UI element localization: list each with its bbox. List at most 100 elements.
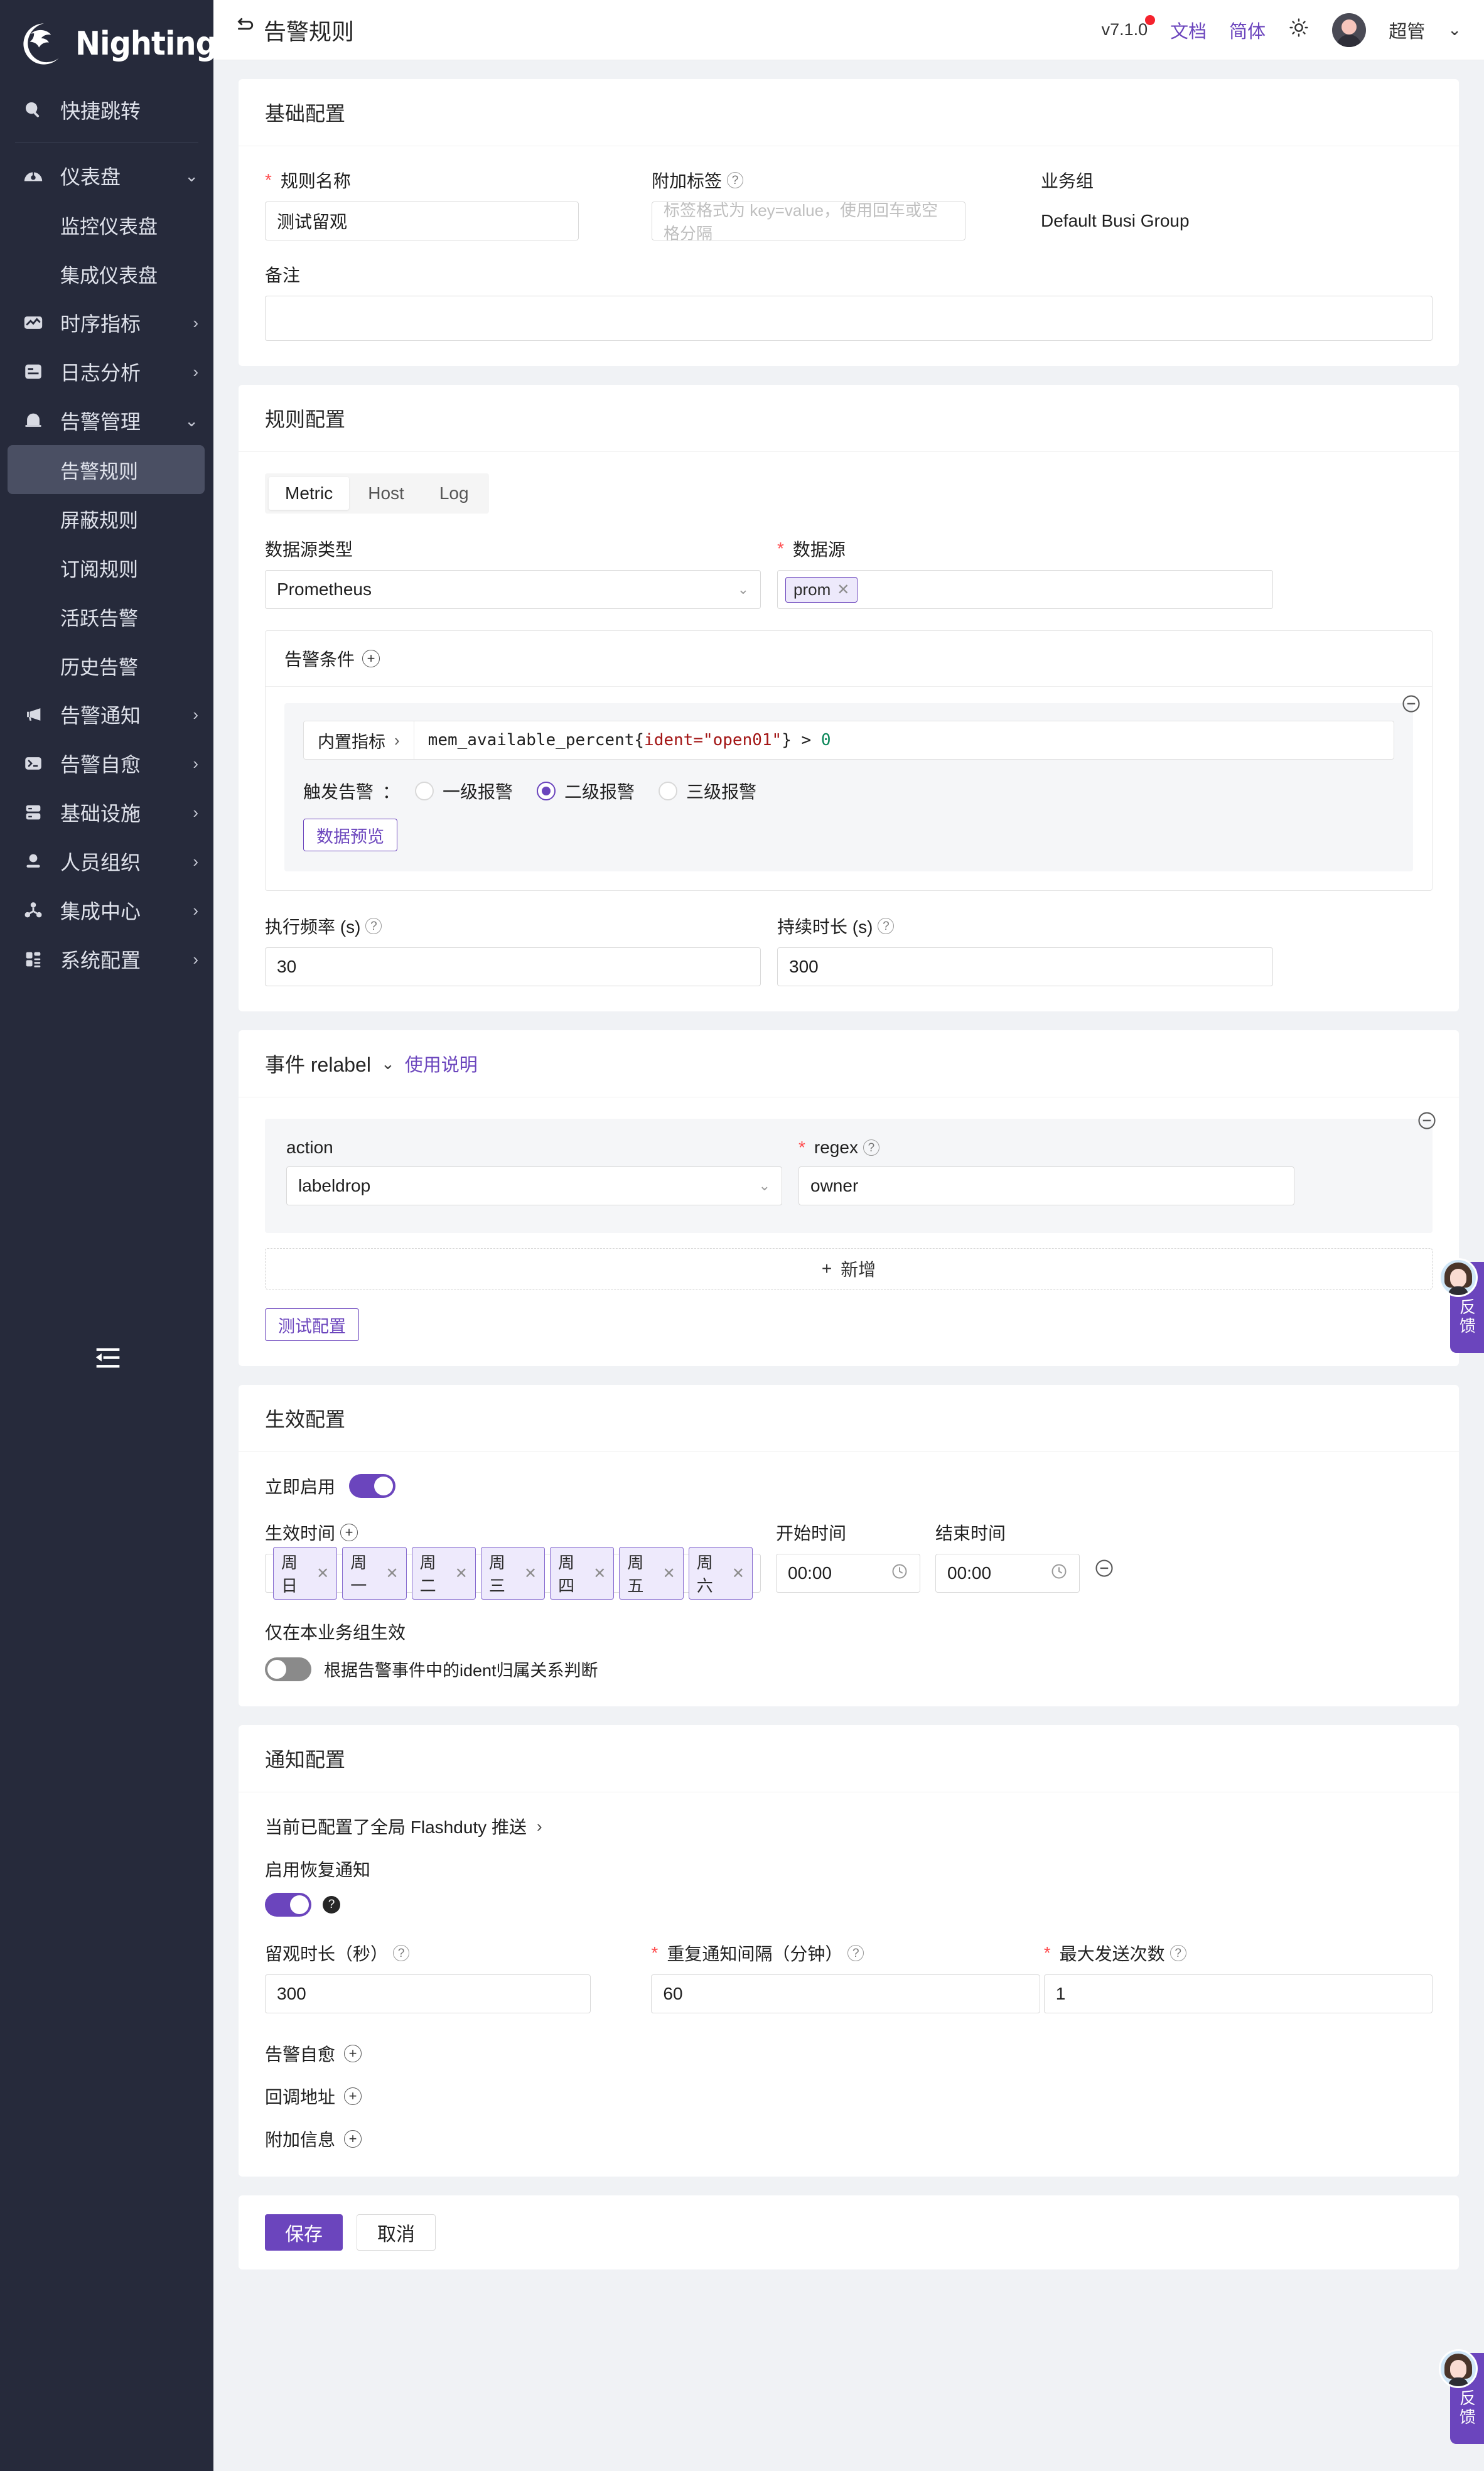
question-icon[interactable]: ? [727,172,743,188]
sidebar-item-active-alerts[interactable]: 活跃告警 [0,592,213,641]
user-name[interactable]: 超管 [1389,17,1425,43]
close-icon[interactable]: ✕ [316,1564,329,1583]
question-icon[interactable]: ? [393,1945,409,1961]
sidebar-item-alert-notify[interactable]: 告警通知 › [0,690,213,739]
plus-circle-icon[interactable]: + [344,2130,362,2148]
day-tag[interactable]: 周六✕ [689,1547,753,1600]
close-icon[interactable]: ✕ [524,1564,537,1583]
sun-icon[interactable] [1288,17,1309,43]
plus-circle-icon[interactable]: + [344,2087,362,2105]
tab-metric[interactable]: Metric [269,477,349,510]
cancel-button[interactable]: 取消 [357,2214,436,2251]
start-time-input[interactable]: 00:00 [776,1554,920,1593]
day-tag[interactable]: 周三 ✕ [481,1547,545,1600]
day-tag[interactable]: 周一✕ [342,1547,406,1600]
close-icon[interactable]: ✕ [593,1564,606,1583]
sidebar-item-history-alerts[interactable]: 历史告警 [0,641,213,690]
sidebar-collapse-icon[interactable] [94,1347,122,1370]
feedback-label: 反馈 [1456,1298,1479,1346]
sidebar-item-system-config[interactable]: 系统配置 › [0,935,213,984]
sidebar-item-label: 活跃告警 [60,603,198,631]
question-icon[interactable]: ? [323,1896,340,1914]
tab-log[interactable]: Log [423,477,485,510]
max-send-input[interactable]: 1 [1044,1974,1433,2013]
promql-expression[interactable]: mem_available_percent{ident="open01"} > … [414,721,845,759]
app-logo[interactable]: Nightingale [0,0,213,85]
question-icon[interactable]: ? [365,918,382,934]
sidebar-item-quick-jump[interactable]: 快捷跳转 [0,85,213,134]
repeat-interval-input[interactable]: 60 [651,1974,1040,2013]
sidebar-item-monitor-dashboard[interactable]: 监控仪表盘 [0,200,213,249]
sidebar-item-mute-rules[interactable]: 屏蔽规则 [0,494,213,543]
flashduty-link-row[interactable]: 当前已配置了全局 Flashduty 推送 › [265,1814,1433,1839]
effective-days-select[interactable]: 周日✕ 周一✕ 周二✕ 周三✕ 周四✕ 周五✕ 周六✕ [265,1554,761,1593]
chevron-down-icon[interactable]: ⌄ [1448,20,1461,40]
datasource-type-select[interactable]: Prometheus ⌄ [265,570,761,609]
sidebar-item-integration-center[interactable]: 集成中心 › [0,886,213,935]
chevron-down-icon[interactable]: ⌄ [381,1054,395,1074]
day-tag[interactable]: 周四✕ [550,1547,614,1600]
append-tags-input[interactable]: 标签格式为 key=value，使用回车或空格分隔 [652,202,965,240]
day-tag[interactable]: 周五✕ [619,1547,683,1600]
sidebar-item-alert-management[interactable]: 告警管理 ⌄ [0,396,213,445]
feedback-widget-top[interactable]: 反馈 [1450,1262,1484,1353]
end-time-input[interactable]: 00:00 [935,1554,1080,1593]
day-tag[interactable]: 周二✕ [412,1547,476,1600]
relabel-help-link[interactable]: 使用说明 [405,1050,478,1077]
data-preview-button[interactable]: 数据预览 [303,819,397,851]
plus-circle-icon[interactable]: + [344,2045,362,2062]
recovery-notify-toggle[interactable] [265,1893,311,1917]
sidebar-item-log-analysis[interactable]: 日志分析 › [0,347,213,396]
enable-now-toggle[interactable] [349,1474,395,1498]
radio-severity-2[interactable] [537,782,556,800]
close-icon[interactable]: ✕ [732,1564,745,1583]
relabel-action-select[interactable]: labeldrop ⌄ [286,1166,782,1205]
plus-circle-icon[interactable]: + [362,650,380,667]
avatar[interactable] [1332,13,1366,47]
builtin-metric-selector[interactable]: 内置指标 › [304,721,414,759]
sidebar-item-alert-rules[interactable]: 告警规则 [8,445,205,494]
save-button[interactable]: 保存 [265,2214,343,2251]
sidebar-item-dashboard[interactable]: 仪表盘 ⌄ [0,151,213,200]
sidebar-item-infrastructure[interactable]: 基础设施 › [0,788,213,837]
rule-name-input[interactable]: 测试留观 [265,202,579,240]
plus-circle-icon[interactable]: + [340,1524,358,1541]
duration-label: 持续时长 (s) ? [777,913,1273,939]
minus-circle-icon[interactable] [1417,1111,1436,1130]
docs-link[interactable]: 文档 [1170,17,1207,43]
radio-severity-3[interactable] [659,782,677,800]
radio-severity-1[interactable] [415,782,434,800]
language-switch[interactable]: 简体 [1229,17,1266,43]
day-label: 周三 [489,1550,518,1596]
observe-duration-input[interactable]: 300 [265,1974,591,2013]
tab-host[interactable]: Host [352,477,421,510]
close-icon[interactable]: ✕ [837,581,849,599]
datasource-tag[interactable]: prom ✕ [785,577,858,603]
close-icon[interactable]: ✕ [455,1564,468,1583]
sidebar-item-integration-dashboard[interactable]: 集成仪表盘 [0,249,213,298]
question-icon[interactable]: ? [878,918,894,934]
remove-time-range-icon[interactable] [1095,1559,1114,1583]
note-textarea[interactable] [265,296,1433,341]
expression-row: 内置指标 › mem_available_percent{ident="open… [303,721,1394,760]
only-busi-group-toggle[interactable] [265,1657,311,1681]
day-tag[interactable]: 周日✕ [273,1547,337,1600]
feedback-widget-bottom[interactable]: 反馈 [1450,2353,1484,2444]
sidebar-item-subscribe-rules[interactable]: 订阅规则 [0,543,213,592]
relabel-regex-input[interactable]: owner [798,1166,1294,1205]
question-icon[interactable]: ? [847,1945,864,1961]
duration-input[interactable]: 300 [777,947,1273,986]
minus-circle-icon[interactable] [1402,694,1421,713]
rule-name-field: 规则名称 测试留观 [265,168,579,240]
sidebar-item-alert-self-heal[interactable]: 告警自愈 › [0,739,213,788]
relabel-test-button[interactable]: 测试配置 [265,1308,359,1341]
interval-input[interactable]: 30 [265,947,761,986]
close-icon[interactable]: ✕ [663,1564,675,1583]
question-icon[interactable]: ? [863,1139,879,1156]
sidebar-item-people-org[interactable]: 人员组织 › [0,837,213,886]
relabel-add-button[interactable]: + 新增 [265,1248,1433,1289]
close-icon[interactable]: ✕ [385,1564,398,1583]
datasource-select[interactable]: prom ✕ [777,570,1273,609]
sidebar-item-metrics[interactable]: 时序指标 › [0,298,213,347]
question-icon[interactable]: ? [1170,1945,1186,1961]
